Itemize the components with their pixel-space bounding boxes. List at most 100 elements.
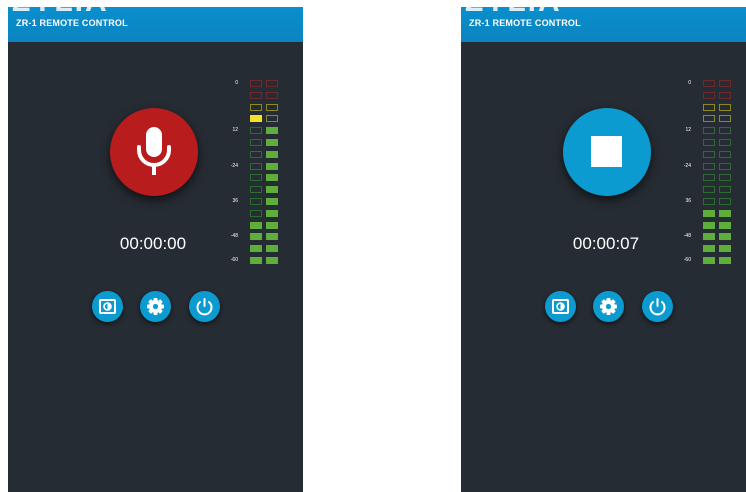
meter-scale-label: -60 (230, 257, 238, 263)
meter-segment (266, 103, 278, 111)
meter-scale-label: 36 (232, 198, 238, 204)
meter-scale-label: 0 (235, 80, 238, 86)
meter-segment (719, 162, 731, 170)
app-title: ZR-1 REMOTE CONTROL (469, 18, 581, 28)
meter-segment (703, 103, 715, 111)
meter-segment (266, 209, 278, 217)
meter-segment (719, 233, 731, 241)
meter-scale-label: -48 (683, 233, 691, 240)
brightness-button[interactable] (545, 291, 576, 322)
settings-gear-icon (147, 298, 164, 315)
meter-segment (266, 257, 278, 264)
meter-segment (250, 186, 262, 194)
meter-scale-label: -48 (230, 233, 238, 240)
meter-segment (719, 257, 731, 264)
meter-segment (266, 150, 278, 158)
meter-segment (250, 221, 262, 229)
phone-screen-idle: ZYLIA ZR-1 REMOTE CONTROL 00:00:00 0 12 -2… (8, 7, 303, 492)
meter-segment (250, 139, 262, 146)
meter-segment (719, 174, 731, 182)
meter-segment (250, 257, 262, 264)
meter-scale-label: -24 (683, 162, 691, 169)
meter-segment (703, 209, 715, 217)
meter-segment (719, 186, 731, 194)
recording-timer: 00:00:00 (119, 234, 187, 253)
meter-segment (719, 209, 731, 217)
meter-segment (250, 103, 262, 111)
power-button[interactable] (189, 291, 220, 322)
meter-segment (266, 245, 278, 253)
meter-segment (703, 233, 715, 241)
power-button[interactable] (642, 291, 673, 322)
meter-segment (250, 174, 262, 182)
meter-segment (719, 198, 731, 205)
brightness-button[interactable] (92, 291, 123, 322)
settings-button[interactable] (140, 291, 171, 322)
meter-segment (250, 80, 262, 87)
meter-segment (266, 80, 278, 87)
app-header: ZYLIA ZR-1 REMOTE CONTROL (8, 7, 303, 42)
meter-scale-label: 0 (688, 80, 691, 86)
meter-segment (250, 233, 262, 241)
meter-scale-label: -24 (230, 162, 238, 169)
meter-segment (703, 257, 715, 264)
meter-segment (703, 91, 715, 99)
meter-segment (250, 245, 262, 253)
meter-segment (703, 115, 715, 123)
meter-segment (250, 115, 262, 123)
brightness-icon (552, 299, 569, 314)
meter-segment (266, 186, 278, 194)
meter-segment (703, 245, 715, 253)
meter-segment (719, 245, 731, 253)
meter-segment (250, 162, 262, 170)
meter-segment (719, 103, 731, 111)
settings-button[interactable] (593, 291, 624, 322)
meter-segment (266, 198, 278, 205)
meter-segment (266, 115, 278, 123)
meter-segment (703, 162, 715, 170)
meter-segment (719, 91, 731, 99)
app-title: ZR-1 REMOTE CONTROL (16, 18, 128, 28)
meter-segment (719, 150, 731, 158)
meter-segment (266, 221, 278, 229)
meter-segment (266, 91, 278, 99)
app-header: ZYLIA ZR-1 REMOTE CONTROL (461, 7, 746, 42)
settings-gear-icon (600, 298, 617, 315)
level-meter: 0 12 -24 36 -48 -60 (226, 78, 278, 268)
meter-segment (266, 139, 278, 146)
meter-segment (703, 127, 715, 135)
recording-timer: 00:00:07 (572, 234, 640, 253)
stop-button[interactable] (563, 108, 651, 196)
brightness-icon (99, 299, 116, 314)
meter-segment (703, 150, 715, 158)
meter-segment (250, 150, 262, 158)
meter-segment (266, 233, 278, 241)
meter-segment (703, 221, 715, 229)
meter-scale-label: 36 (685, 198, 691, 204)
meter-segment (719, 139, 731, 146)
meter-segment (703, 174, 715, 182)
meter-segment (250, 91, 262, 99)
meter-segment (266, 174, 278, 182)
stop-icon (591, 136, 622, 167)
meter-segment (719, 221, 731, 229)
meter-segment (719, 80, 731, 87)
meter-segment (703, 186, 715, 194)
meter-segment (703, 80, 715, 87)
meter-scale-label: 12 (232, 127, 238, 134)
power-icon (649, 298, 666, 316)
meter-segment (250, 127, 262, 135)
power-icon (196, 298, 213, 316)
meter-segment (719, 115, 731, 123)
meter-scale-label: 12 (685, 127, 691, 134)
record-button[interactable] (110, 108, 198, 196)
phone-screen-recording: ZYLIA ZR-1 REMOTE CONTROL 00:00:07 0 12 -2… (461, 7, 746, 492)
microphone-icon (137, 127, 171, 175)
meter-segment (719, 127, 731, 135)
level-meter: 0 12 -24 36 -48 -60 (679, 78, 731, 268)
meter-segment (703, 198, 715, 205)
meter-scale-label: -60 (683, 257, 691, 263)
meter-segment (250, 198, 262, 205)
meter-segment (703, 139, 715, 146)
meter-segment (266, 162, 278, 170)
